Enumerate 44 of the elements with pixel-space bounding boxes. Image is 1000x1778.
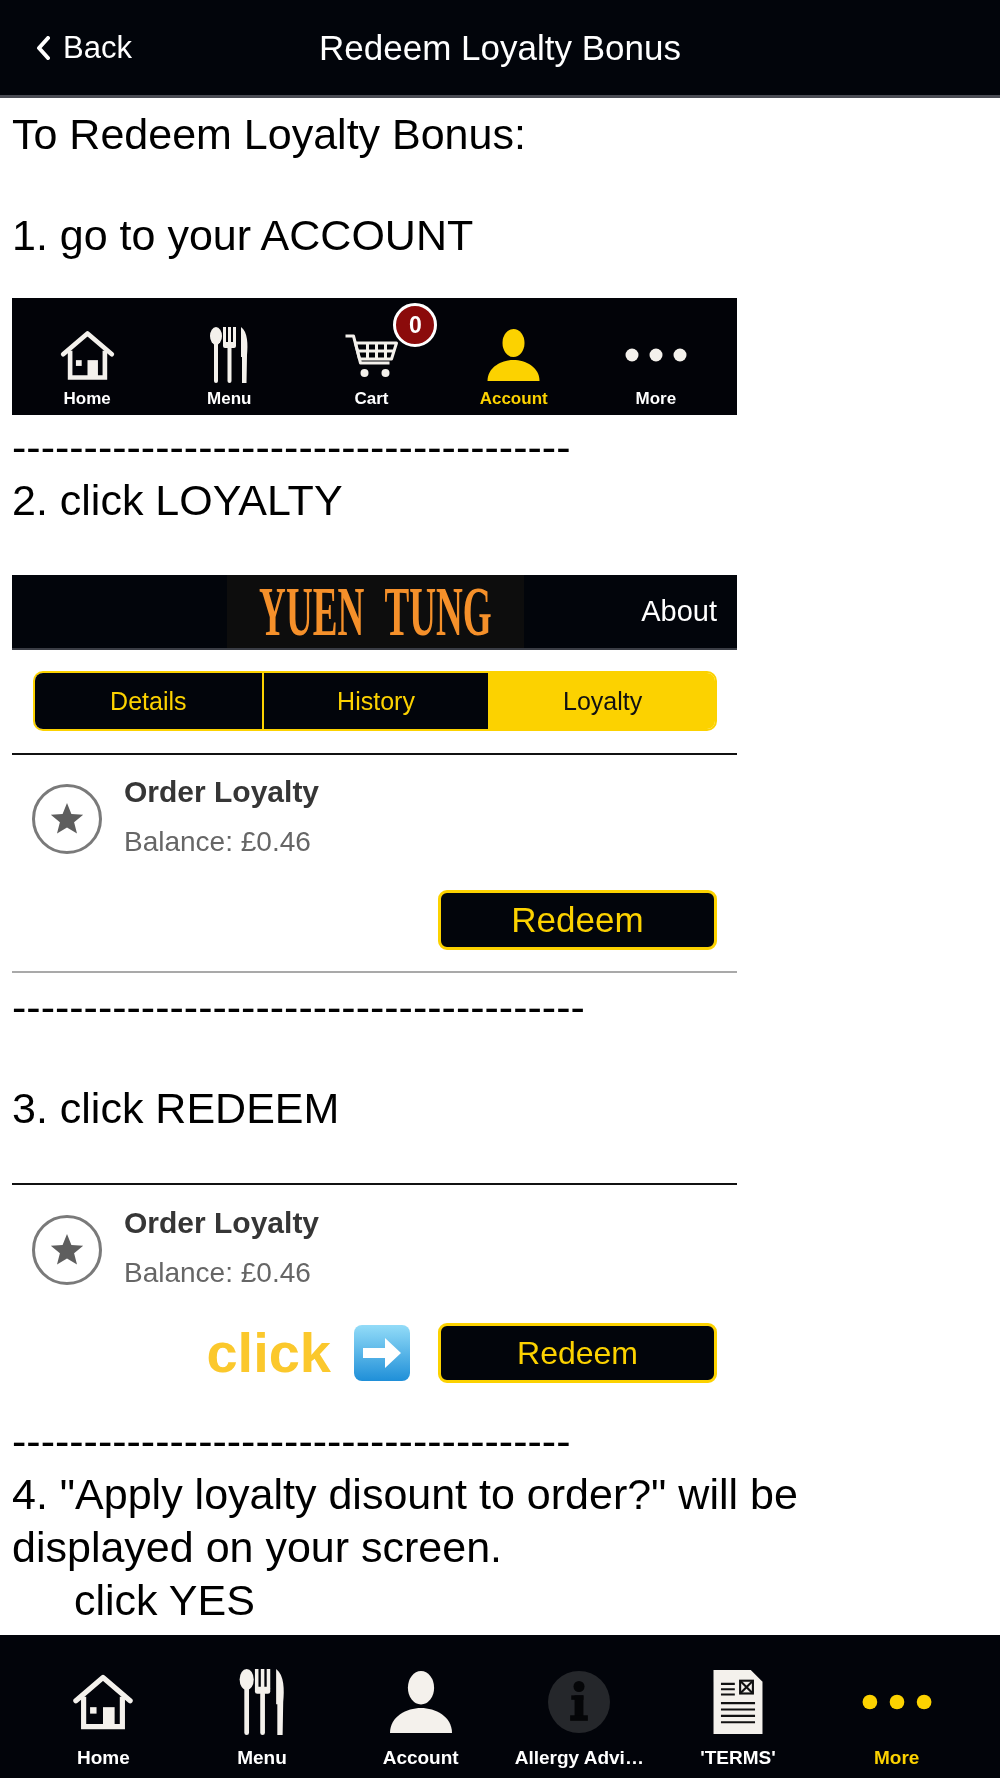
card-title: Order Loyalty [124,1205,320,1241]
tab-bar-item[interactable]: Home [16,298,159,415]
redeem-button[interactable]: Redeem [438,890,717,950]
home-icon [72,1673,135,1731]
more-dots-icon [861,1693,932,1711]
balance-text: Balance: £0.46 [124,1256,311,1290]
redeem-button[interactable]: Redeem [438,1323,717,1383]
count-badge: 0 [393,303,438,347]
step-text: 3. click REDEEM [12,1083,340,1134]
cutlery-icon [237,1669,287,1735]
info-icon [548,1671,611,1733]
tab-bar-item[interactable]: Account [341,1635,500,1778]
click-hint-text: click [206,1323,331,1383]
dashed-separator: ---------------------------------------- [12,982,585,1033]
tab-bar-item[interactable]: 'TERMS' [658,1635,818,1778]
dashed-separator: --------------------------------------- [12,422,571,473]
chevron-icon [36,35,50,60]
arrow-right-icon [354,1325,410,1381]
step-text: 2. click LOYALTY [12,475,343,526]
tab-bar-item[interactable]: Home [24,1635,183,1778]
segment-tab[interactable]: Loyalty [488,673,715,729]
step-text: 4. "Apply loyalty disount to order?" will be displayed on your screen. [12,1469,799,1573]
step-note-text: click YES [74,1575,255,1626]
instructions-heading: To Redeem Loyalty Bonus: [12,109,526,160]
tab-bar-item[interactable]: Menu [182,1635,342,1778]
more-dots-icon [624,347,687,363]
balance-text: Balance: £0.46 [124,825,311,859]
tab-bar-item[interactable]: Account [442,298,585,415]
step-text: 1. go to your ACCOUNT [12,210,474,261]
tab-bar-item[interactable]: Allergy Advi… [500,1635,659,1778]
back-button[interactable]: Back [36,29,132,66]
brand-logo: YUEN TUNG [227,575,524,648]
tab-bar-item[interactable]: More [584,298,727,415]
page-title: Redeem Loyalty Bonus [319,27,681,68]
segment-tab[interactable]: History [261,673,489,729]
home-icon [58,329,116,381]
tab-bar-item[interactable]: More [817,1635,976,1778]
card-title: Order Loyalty [124,774,320,810]
tab-bar-item[interactable]: Menu [158,298,301,415]
document-icon [712,1669,764,1735]
tab-bar-item[interactable]: Cart 0 [300,298,443,415]
segment-tab[interactable]: Details [35,673,262,729]
dashed-separator: --------------------------------------- [12,1416,571,1467]
about-link[interactable]: About [641,595,717,628]
